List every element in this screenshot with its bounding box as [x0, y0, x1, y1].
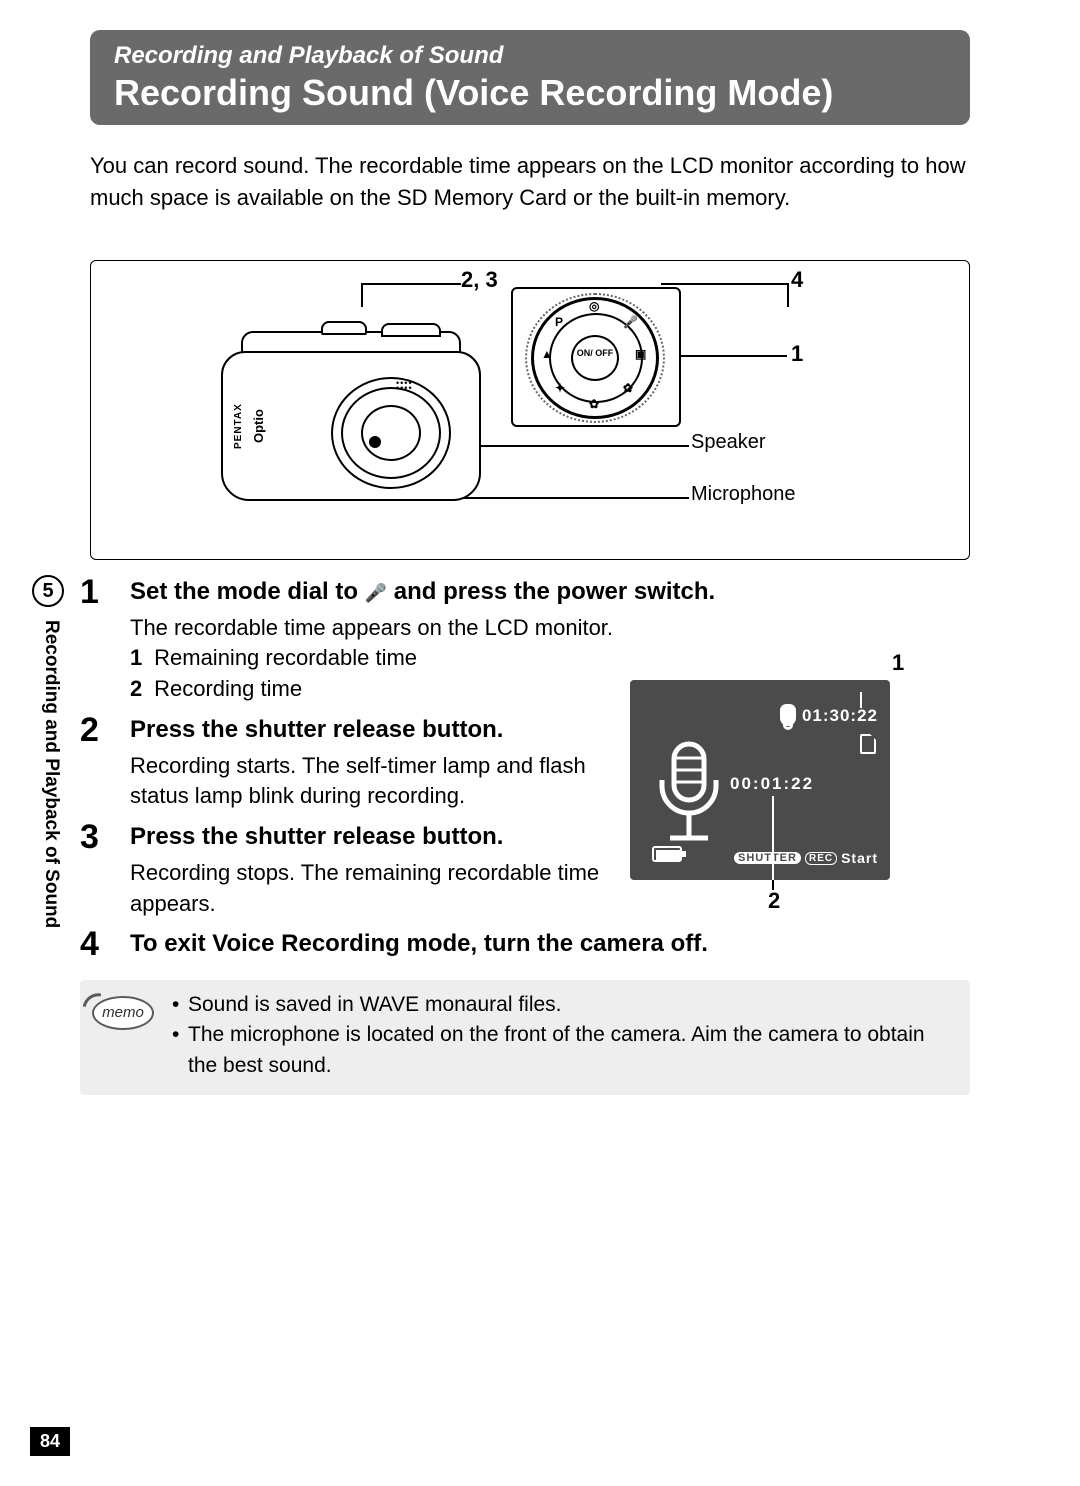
chapter-number-badge: 5 — [32, 575, 64, 607]
section-subtitle: Recording and Playback of Sound — [114, 42, 946, 70]
memo-label: memo — [92, 996, 154, 1030]
step-number: 1 — [80, 575, 130, 705]
step-4: 4 To exit Voice Recording mode, turn the… — [80, 927, 970, 965]
camera-illustration: PENTAX Optio — [221, 321, 491, 501]
step-sub-1: 1 Remaining recordable time — [130, 643, 970, 674]
leader-line — [772, 880, 774, 890]
step-body-text: Recording starts. The self-timer lamp an… — [130, 751, 650, 813]
manual-page: Recording and Playback of Sound Recordin… — [0, 0, 1080, 1486]
speaker-holes-icon: •••••••• — [396, 381, 426, 393]
leader-line — [772, 796, 774, 888]
lcd-start-label: Start — [841, 850, 878, 866]
diagram-label-microphone: Microphone — [691, 483, 796, 506]
page-number: 84 — [30, 1427, 70, 1456]
memo-item: The microphone is located on the front o… — [172, 1020, 952, 1081]
sublist-text: Recording time — [154, 676, 302, 701]
mode-dial-glyph: 🎤 — [623, 315, 638, 329]
mode-dial-center-label: ON/ OFF — [571, 335, 619, 381]
lcd-recording-time: 00:01:22 — [730, 774, 814, 794]
camera-diagram: 2, 3 4 1 Speaker Microphone PENTAX Optio — [90, 260, 970, 560]
step-title: Press the shutter release button. — [130, 713, 650, 747]
diagram-callout-1: 1 — [791, 341, 803, 367]
lcd-remaining-time: 01:30:22 — [802, 706, 878, 726]
step-title-post: and press the power switch. — [387, 578, 715, 605]
mode-dial-glyph: ◎ — [589, 299, 599, 313]
step-title-pre: Set the mode dial to — [130, 578, 365, 605]
microphone-hole-icon — [369, 436, 381, 448]
memo-item: Sound is saved in WAVE monaural files. — [172, 990, 952, 1020]
mode-dial-glyph: ✿ — [589, 397, 599, 411]
section-header: Recording and Playback of Sound Recordin… — [90, 30, 970, 125]
intro-paragraph: You can record sound. The recordable tim… — [90, 150, 970, 214]
sublist-number: 1 — [130, 643, 148, 674]
shutter-pill: SHUTTER — [734, 852, 801, 864]
step-title: Set the mode dial to 🎤 and press the pow… — [130, 575, 970, 609]
lcd-callout-2: 2 — [768, 888, 780, 914]
diagram-callout-23: 2, 3 — [461, 267, 498, 293]
microphone-outline-icon — [650, 740, 730, 850]
step-title: To exit Voice Recording mode, turn the c… — [130, 927, 970, 961]
microphone-small-icon — [780, 704, 796, 726]
sd-card-icon — [860, 734, 876, 754]
section-title: Recording Sound (Voice Recording Mode) — [114, 72, 946, 114]
leader-line — [361, 283, 461, 307]
mode-dial-glyph: ✦ — [555, 381, 565, 395]
microphone-small-icon-stand — [783, 724, 793, 730]
sublist-number: 2 — [130, 674, 148, 705]
mode-dial-glyph: P — [555, 315, 563, 329]
battery-icon — [652, 846, 682, 862]
camera-model-label: Optio — [251, 381, 273, 471]
mode-dial-illustration: ON/ OFF ◎ 🎤 ▣ ✿ ✿ ✦ ▲ P — [511, 287, 681, 427]
lcd-screenshot: 01:30:22 00:01:22 SHUTTER REC Start — [630, 680, 890, 880]
mode-dial-glyph: ▲ — [541, 347, 553, 361]
sublist-text: Remaining recordable time — [154, 645, 417, 670]
step-body-text: Recording stops. The remaining recordabl… — [130, 858, 650, 920]
lcd-footer: SHUTTER REC Start — [734, 850, 878, 866]
diagram-callout-4: 4 — [791, 267, 803, 293]
microphone-icon: 🎤 — [365, 583, 387, 603]
lcd-callout-1: 1 — [892, 650, 904, 676]
diagram-label-speaker: Speaker — [691, 431, 766, 454]
mode-dial-glyph: ▣ — [635, 347, 646, 361]
rec-pill: REC — [805, 852, 837, 865]
memo-icon: memo — [78, 990, 158, 1036]
step-number: 3 — [80, 820, 130, 919]
step-body-text: The recordable time appears on the LCD m… — [130, 613, 970, 644]
memo-box: memo Sound is saved in WAVE monaural fil… — [80, 980, 970, 1095]
step-number: 2 — [80, 713, 130, 812]
mode-dial-glyph: ✿ — [623, 381, 633, 395]
camera-brand-label: PENTAX — [233, 381, 251, 471]
step-number: 4 — [80, 927, 130, 965]
step-title: Press the shutter release button. — [130, 820, 650, 854]
chapter-title-vertical: Recording and Playback of Sound — [38, 620, 62, 928]
